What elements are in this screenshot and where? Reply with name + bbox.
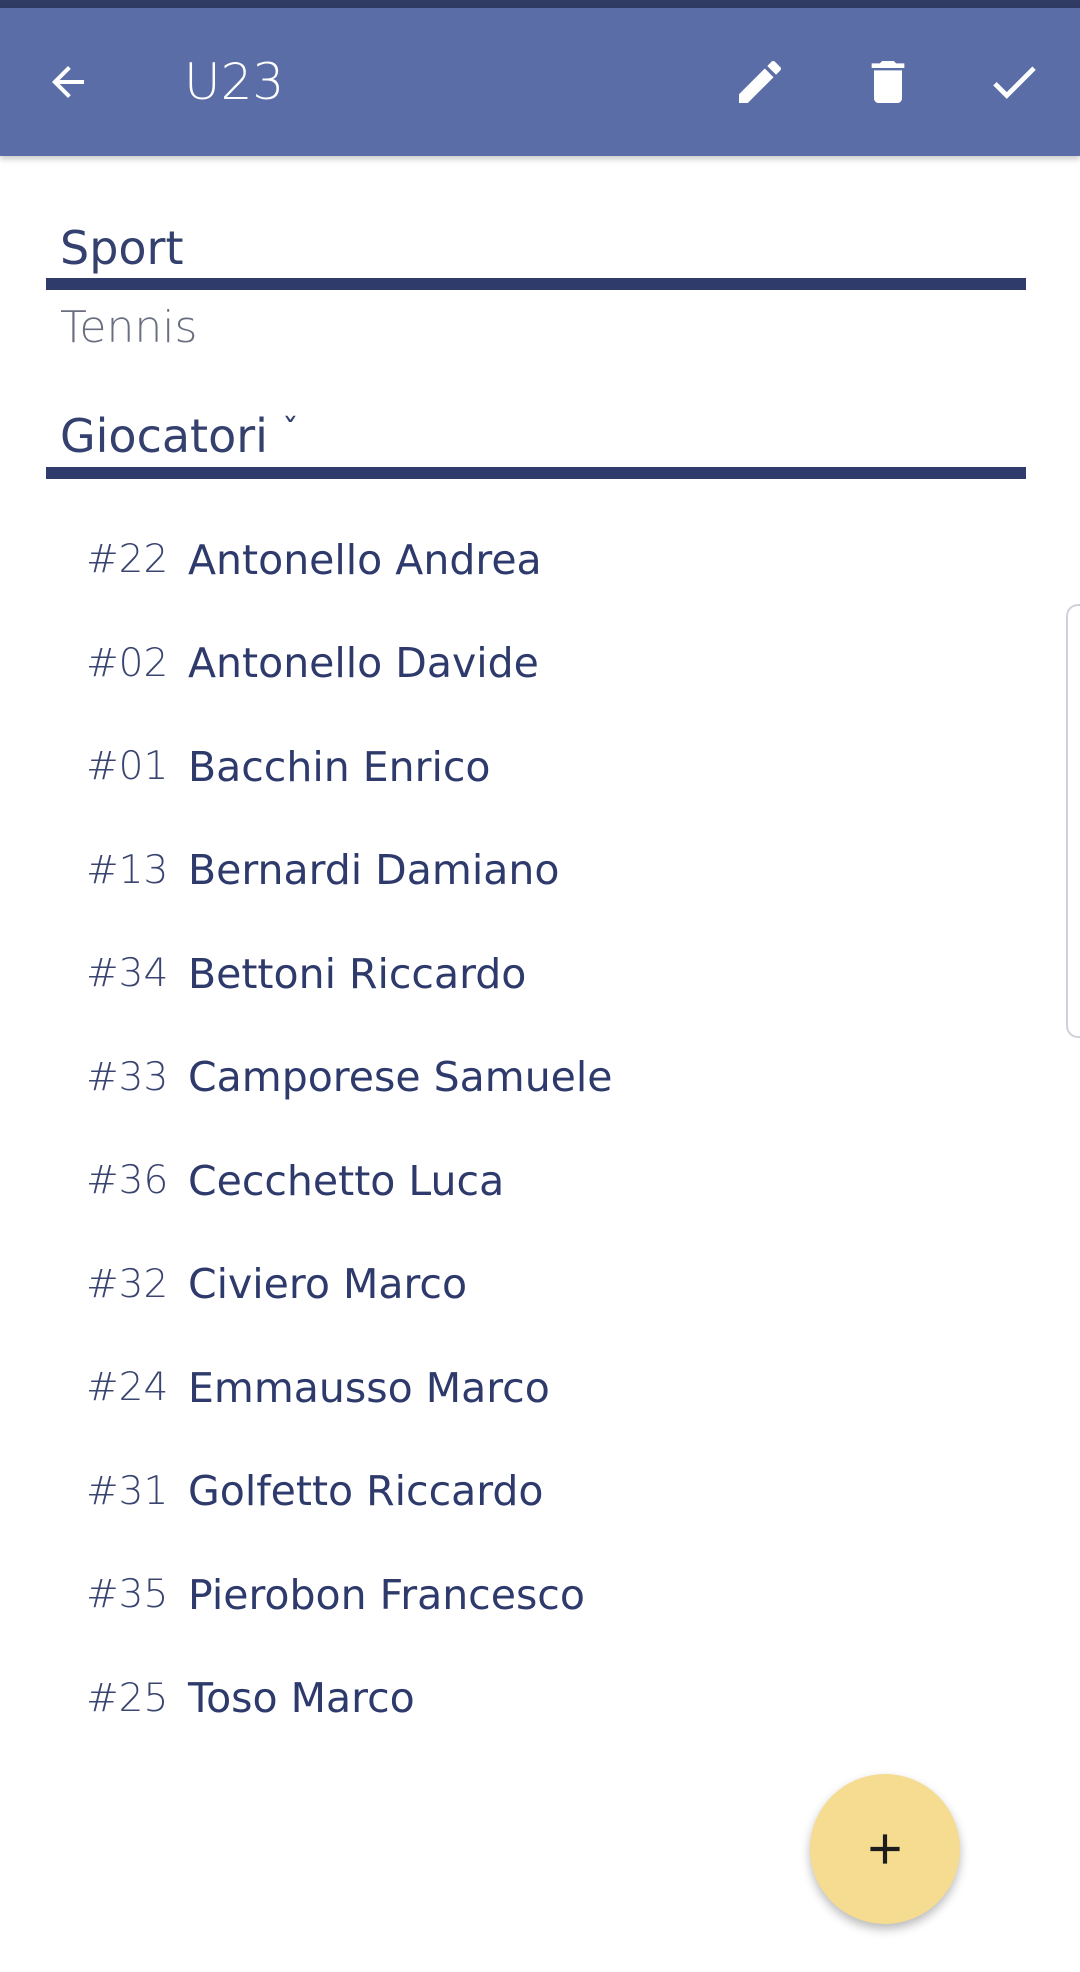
trash-icon <box>871 61 905 103</box>
delete-button[interactable] <box>850 44 926 120</box>
sport-value: Tennis <box>60 302 198 353</box>
side-scroll-handle[interactable] <box>1066 604 1080 1038</box>
player-name: Bernardi Damiano <box>188 846 560 895</box>
player-item[interactable]: #33 Camporese Samuele <box>86 1026 986 1130</box>
player-name: Bettoni Riccardo <box>188 949 527 998</box>
player-name: Camporese Samuele <box>188 1053 613 1102</box>
player-item[interactable]: #34 Bettoni Riccardo <box>86 922 986 1026</box>
player-item[interactable]: #01 Bacchin Enrico <box>86 715 986 819</box>
player-number: #22 <box>86 537 169 583</box>
player-number: #02 <box>86 640 169 686</box>
player-item[interactable]: #31 Golfetto Riccardo <box>86 1440 986 1544</box>
players-section-divider <box>46 467 1026 479</box>
players-section-label: Giocatori <box>60 409 268 463</box>
player-number: #32 <box>86 1261 169 1307</box>
app-bar: U23 <box>0 8 1080 156</box>
player-name: Toso Marco <box>188 1674 415 1723</box>
player-name: Civiero Marco <box>188 1260 468 1309</box>
player-item[interactable]: #36 Cecchetto Luca <box>86 1129 986 1233</box>
player-number: #13 <box>86 847 169 893</box>
chevron-down-icon: ˇ <box>281 412 299 452</box>
status-strip <box>0 0 1080 8</box>
player-item[interactable]: #13 Bernardi Damiano <box>86 819 986 923</box>
player-number: #35 <box>86 1572 169 1618</box>
check-icon <box>993 66 1036 99</box>
player-item[interactable]: #24 Emmausso Marco <box>86 1336 986 1440</box>
plus-icon <box>870 1834 900 1864</box>
player-item[interactable]: #25 Toso Marco <box>86 1647 986 1751</box>
player-number: #01 <box>86 744 169 790</box>
player-name: Pierobon Francesco <box>188 1570 585 1619</box>
edit-button[interactable] <box>722 44 798 120</box>
arrow-back-icon <box>52 66 84 98</box>
player-name: Emmausso Marco <box>188 1363 550 1412</box>
player-number: #36 <box>86 1158 169 1204</box>
player-number: #25 <box>86 1675 169 1721</box>
player-name: Antonello Andrea <box>188 535 542 584</box>
player-name: Golfetto Riccardo <box>188 1467 544 1516</box>
add-player-button[interactable] <box>810 1774 960 1924</box>
player-number: #33 <box>86 1054 169 1100</box>
back-button[interactable] <box>30 44 106 120</box>
sport-section-divider <box>46 278 1026 290</box>
page-title: U23 <box>184 53 285 111</box>
sport-section-label: Sport <box>60 221 184 275</box>
player-list: #22 Antonello Andrea #02 Antonello Davide #0… <box>86 508 986 1750</box>
player-number: #34 <box>86 951 169 997</box>
player-item[interactable]: #32 Civiero Marco <box>86 1233 986 1337</box>
pencil-icon <box>739 60 782 103</box>
player-name: Bacchin Enrico <box>188 742 491 791</box>
player-item[interactable]: #35 Pierobon Francesco <box>86 1543 986 1647</box>
players-section-header[interactable]: Giocatori ˇ <box>60 408 299 464</box>
player-number: #31 <box>86 1468 169 1514</box>
player-name: Cecchetto Luca <box>188 1156 505 1205</box>
player-name: Antonello Davide <box>188 639 539 688</box>
player-number: #24 <box>86 1365 169 1411</box>
player-item[interactable]: #22 Antonello Andrea <box>86 508 986 612</box>
confirm-button[interactable] <box>976 44 1052 120</box>
player-item[interactable]: #02 Antonello Davide <box>86 612 986 716</box>
